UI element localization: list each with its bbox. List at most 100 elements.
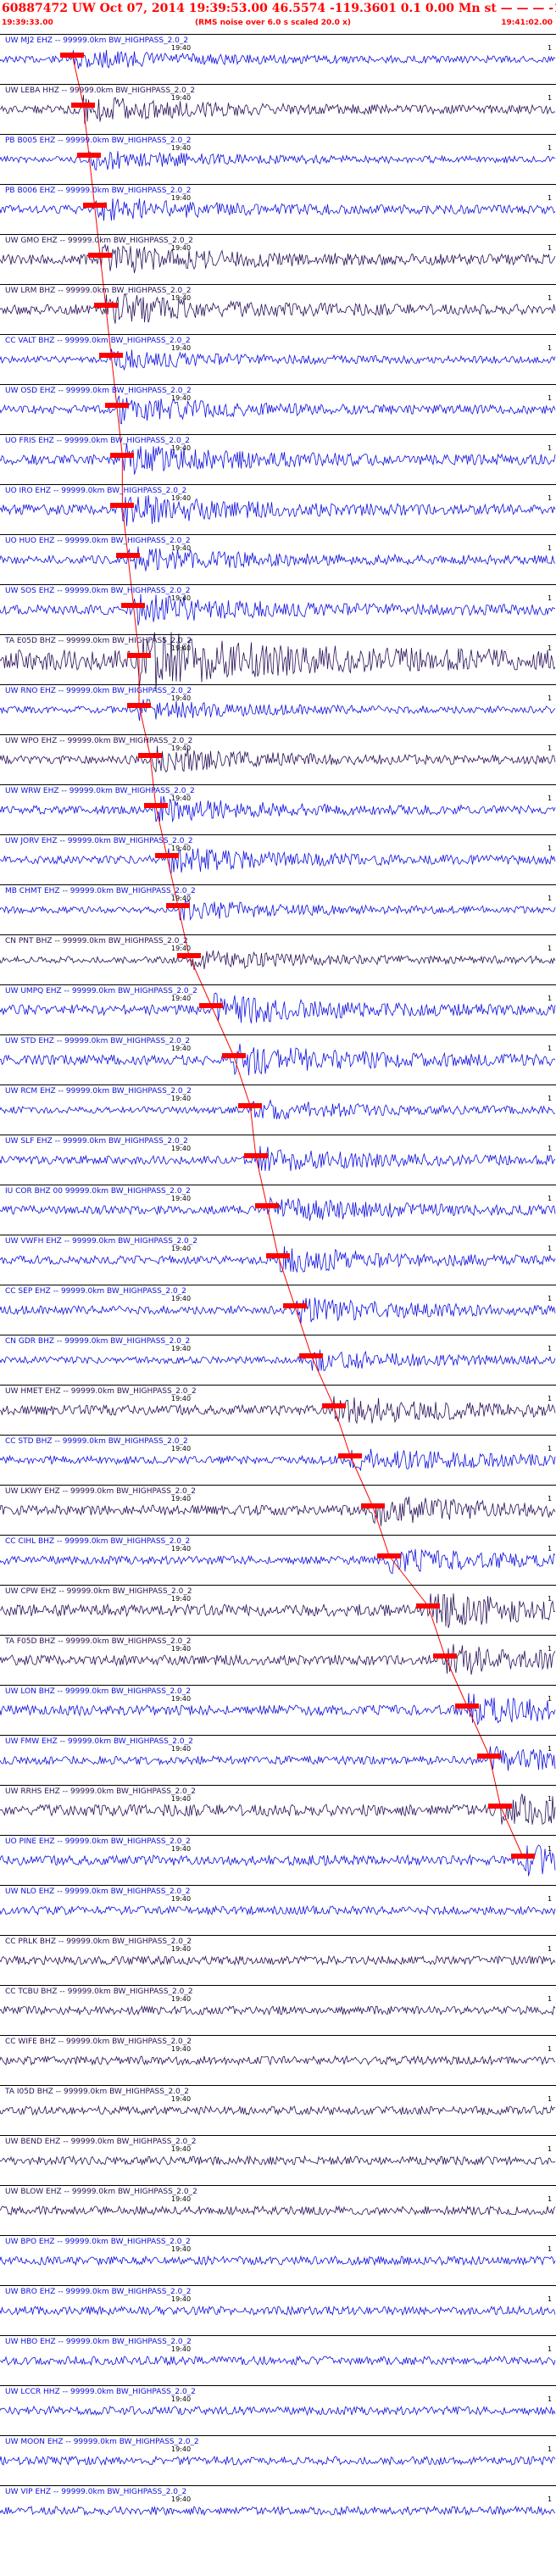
- trace-label: IU COR BHZ 00 99999.0km BW_HIGHPASS_2.0_…: [5, 1187, 192, 1196]
- trace-axis: [0, 384, 556, 385]
- waveform-trace: [0, 1593, 556, 1629]
- phase-pick-marker: [282, 1303, 307, 1308]
- trace-label-text: UO FRIS EHZ -- 99999.0km BW_HIGHPASS_2.0…: [5, 437, 190, 445]
- trace-label: UW HMET EHZ -- 99999.0km BW_HIGHPASS_2.0…: [5, 1387, 198, 1396]
- time-tick-label: 19:40: [171, 1045, 192, 1052]
- trace-label: UW VWFH EHZ -- 99999.0km BW_HIGHPASS_2.0…: [5, 1237, 199, 1246]
- trace-label-text: UW BLOW EHZ -- 99999.0km BW_HIGHPASS_2.0…: [5, 2188, 197, 2196]
- time-tick-label: 19:40: [171, 2145, 192, 2153]
- trace-axis: [0, 2385, 556, 2386]
- time-tick-label: 19:40: [171, 1245, 192, 1252]
- end-tick-label: 1: [548, 444, 553, 452]
- trace-label: UW MJ2 EHZ -- 99999.0km BW_HIGHPASS_2.0_…: [5, 36, 190, 45]
- phase-pick-marker: [321, 1403, 346, 1408]
- end-tick-label: 1: [548, 1695, 553, 1703]
- end-tick-label: 1: [548, 2195, 553, 2203]
- waveform-trace: [0, 1497, 556, 1526]
- trace-label-text: CN GDR BHZ -- 99999.0km BW_HIGHPASS_2.0_…: [5, 1337, 191, 1346]
- phase-pick-marker: [455, 1703, 480, 1709]
- trace-label-text: UW LCCR HHZ -- 99999.0km BW_HIGHPASS_2.0…: [5, 2388, 196, 2396]
- trace-label-text: UW SOS EHZ -- 99999.0km BW_HIGHPASS_2.0_…: [5, 587, 191, 595]
- trace-label: CC CIHL BHZ -- 99999.0km BW_HIGHPASS_2.0…: [5, 1537, 192, 1546]
- end-tick-label: 1: [548, 144, 553, 152]
- trace-label: UW WPO EHZ -- 99999.0km BW_HIGHPASS_2.0_…: [5, 737, 194, 745]
- end-tick-label: 1: [548, 2345, 553, 2353]
- time-tick-label: 19:40: [171, 494, 192, 502]
- trace-axis: [0, 534, 556, 535]
- waveform-trace: [0, 1644, 556, 1676]
- waveform-trace: [0, 1196, 556, 1221]
- time-tick-label: 19:40: [171, 2045, 192, 2053]
- phase-pick-marker: [88, 253, 113, 258]
- trace-axis: [0, 1084, 556, 1085]
- trace-label: UO HUO EHZ -- 99999.0km BW_HIGHPASS_2.0_…: [5, 537, 192, 545]
- time-tick-label: 19:40: [171, 945, 192, 952]
- waveform-trace: [0, 745, 556, 773]
- phase-pick-marker: [165, 903, 190, 908]
- time-tick-label: 19:40: [171, 1145, 192, 1152]
- trace-axis: [0, 934, 556, 935]
- trace-axis: [0, 584, 556, 585]
- trace-label-text: UW RNO EHZ -- 99999.0km BW_HIGHPASS_2.0_…: [5, 687, 192, 695]
- trace-axis: [0, 1635, 556, 1636]
- end-tick-label: 1: [548, 2445, 553, 2453]
- phase-pick-marker: [488, 1804, 513, 1809]
- trace-axis: [0, 1935, 556, 1936]
- time-tick-label: 19:40: [171, 544, 192, 552]
- trace-label: TA E05D BHZ -- 99999.0km BW_HIGHPASS_2.0…: [5, 637, 193, 645]
- waveform-trace: [0, 1954, 556, 1966]
- trace-label: CC SEP EHZ -- 99999.0km BW_HIGHPASS_2.0_…: [5, 1287, 188, 1296]
- waveform-trace: [0, 1692, 556, 1726]
- trace-axis: [0, 284, 556, 285]
- trace-axis: [0, 1785, 556, 1786]
- waveform-trace: [0, 395, 556, 425]
- end-tick-label: 1: [548, 895, 553, 902]
- trace-axis: [0, 634, 556, 635]
- time-tick-label: 19:40: [171, 94, 192, 102]
- trace-label-text: UW LRM BHZ -- 99999.0km BW_HIGHPASS_2.0_…: [5, 287, 192, 295]
- end-tick-label: 1: [548, 1295, 553, 1302]
- trace-axis: [0, 84, 556, 85]
- trace-label: UO IRO EHZ -- 99999.0km BW_HIGHPASS_2.0_…: [5, 487, 188, 495]
- time-tick-label: 19:40: [171, 1195, 192, 1202]
- end-tick-label: 1: [548, 1345, 553, 1352]
- moveout-line: [110, 354, 118, 406]
- waveform-trace: [0, 2455, 556, 2466]
- time-tick-label: 19:40: [171, 895, 192, 902]
- phase-pick-marker: [266, 1253, 290, 1258]
- phase-pick-marker: [99, 353, 124, 358]
- end-tick-label: 1: [548, 945, 553, 952]
- trace-label-text: CC CIHL BHZ -- 99999.0km BW_HIGHPASS_2.0…: [5, 1537, 191, 1546]
- trace-label-text: TA F05D BHZ -- 99999.0km BW_HIGHPASS_2.0…: [5, 1637, 192, 1646]
- trace-label: UW OSD EHZ -- 99999.0km BW_HIGHPASS_2.0_…: [5, 387, 193, 395]
- trace-label: UW RRHS EHZ -- 99999.0km BW_HIGHPASS_2.0…: [5, 1787, 197, 1796]
- phase-pick-marker: [243, 1153, 268, 1158]
- phase-pick-marker: [510, 1854, 535, 1859]
- time-tick-label: 19:40: [171, 594, 192, 602]
- time-tick-label: 19:40: [171, 1445, 192, 1452]
- trace-label-text: UW HMET EHZ -- 99999.0km BW_HIGHPASS_2.0…: [5, 1387, 197, 1396]
- trace-axis: [0, 234, 556, 235]
- trace-label: TA F05D BHZ -- 99999.0km BW_HIGHPASS_2.0…: [5, 1637, 193, 1646]
- end-tick-label: 1: [548, 995, 553, 1002]
- waveform-trace: [0, 1043, 556, 1076]
- time-tick-label: 19:40: [171, 2095, 192, 2103]
- trace-label-text: TA I05D BHZ -- 99999.0km BW_HIGHPASS_2.0…: [5, 2088, 189, 2096]
- end-tick-label: 1: [548, 1845, 553, 1853]
- trace-label: UO PINE EHZ -- 99999.0km BW_HIGHPASS_2.0…: [5, 1837, 192, 1846]
- trace-axis: [0, 1685, 556, 1686]
- trace-label: UW WRW EHZ -- 99999.0km BW_HIGHPASS_2.0_…: [5, 787, 197, 795]
- end-tick-label: 1: [548, 1895, 553, 1903]
- end-tick-label: 1: [548, 344, 553, 352]
- time-tick-label: 19:40: [171, 344, 192, 352]
- end-tick-label: 1: [548, 2495, 553, 2503]
- trace-axis: [0, 2485, 556, 2486]
- phase-pick-marker: [60, 53, 85, 58]
- waveform-trace: [0, 443, 556, 475]
- time-tick-label: 19:40: [171, 144, 192, 152]
- waveform-trace: [0, 2004, 556, 2016]
- waveform-trace: [0, 2255, 556, 2267]
- end-tick-label: 1: [548, 1045, 553, 1052]
- trace-axis: [0, 884, 556, 885]
- trace-label-text: UW BRO EHZ -- 99999.0km BW_HIGHPASS_2.0_…: [5, 2288, 192, 2296]
